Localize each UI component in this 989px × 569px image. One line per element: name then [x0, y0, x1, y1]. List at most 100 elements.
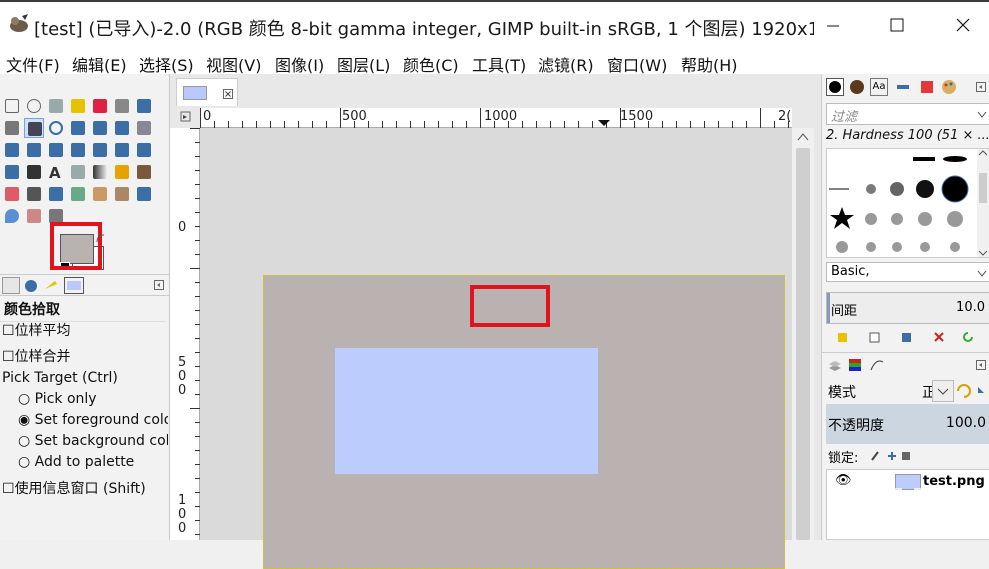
tab-channels[interactable] [846, 356, 864, 374]
airbrush-tool[interactable] [24, 184, 44, 204]
foreground-select-tool[interactable] [134, 96, 154, 116]
align-tool[interactable] [112, 118, 132, 138]
tab-undo-history[interactable] [42, 277, 60, 294]
set-background-radio[interactable]: ○ Set background colo [18, 433, 168, 449]
brush-grid[interactable] [826, 148, 989, 258]
panel-menu-icon[interactable] [976, 360, 986, 370]
free-select-tool[interactable] [46, 96, 66, 116]
tab-palettes[interactable] [940, 78, 958, 96]
ruler-corner[interactable] [178, 110, 198, 126]
rotate-tool[interactable] [24, 140, 44, 160]
tab-gradients[interactable] [918, 78, 936, 96]
blur-tool[interactable] [2, 206, 22, 226]
perspective-tool[interactable] [90, 140, 110, 160]
radio-selected-icon: ◉ [18, 412, 31, 428]
scroll-up-icon[interactable] [797, 132, 809, 142]
maximize-button[interactable] [877, 10, 917, 40]
handle-transform-tool[interactable] [24, 162, 44, 182]
scissors-tool[interactable] [112, 96, 132, 116]
close-button[interactable] [943, 10, 983, 40]
menu-colors[interactable]: 颜色(C) [403, 52, 459, 76]
clone-tool[interactable] [90, 184, 110, 204]
paintbrush-tool[interactable] [134, 162, 154, 182]
menu-layer[interactable]: 图层(L) [337, 52, 390, 76]
brush-filter-input[interactable]: 过滤 [826, 103, 989, 125]
tab-close-icon[interactable] [223, 89, 233, 99]
move-tool[interactable] [90, 118, 110, 138]
text-tool[interactable]: A [46, 162, 66, 182]
minimize-button[interactable] [813, 10, 853, 40]
panel-menu-icon[interactable] [976, 82, 986, 92]
tab-paths[interactable] [868, 356, 886, 374]
tab-patterns[interactable] [848, 78, 866, 96]
menu-view[interactable]: 视图(V) [206, 52, 261, 76]
image-tab[interactable] [176, 78, 238, 106]
crop-tool[interactable] [134, 118, 154, 138]
smudge-tool[interactable] [24, 206, 44, 226]
menu-help[interactable]: 帮助(H) [681, 52, 738, 76]
gradient-tool[interactable] [90, 162, 110, 182]
horizontal-ruler[interactable]: 0 500 1000 1500 2( [200, 108, 792, 128]
canvas-viewport[interactable] [200, 128, 792, 569]
lock-icons[interactable] [870, 449, 914, 463]
image-canvas[interactable] [263, 275, 785, 569]
vruler-label: 0 [178, 507, 187, 522]
pencil-tool[interactable] [112, 162, 132, 182]
panel-menu-icon[interactable] [154, 280, 164, 290]
paths-tool[interactable] [2, 118, 22, 138]
tab-images[interactable] [64, 277, 84, 294]
menu-windows[interactable]: 窗口(W) [607, 52, 667, 76]
rect-select-tool[interactable] [2, 96, 22, 116]
vertical-ruler[interactable]: 0 5 0 0 1 0 0 [170, 128, 200, 540]
warp-transform-tool[interactable] [2, 162, 22, 182]
color-picker-tool[interactable] [24, 118, 44, 138]
tab-device-status[interactable] [22, 277, 40, 294]
chevron-down-icon [977, 111, 987, 118]
sample-average-checkbox[interactable]: ☐位样平均 [2, 320, 71, 340]
spacing-slider[interactable]: 间距 10.0 [826, 292, 989, 324]
brush-actions[interactable] [836, 330, 986, 344]
shear-tool[interactable] [68, 140, 88, 160]
use-info-window-checkbox[interactable]: ☐使用信息窗口 (Shift) [2, 478, 146, 498]
tab-tool-presets[interactable] [894, 78, 912, 96]
composite-options-icon[interactable] [956, 382, 989, 400]
add-to-palette-radio[interactable]: ○ Add to palette [18, 454, 168, 470]
scale-tool[interactable] [46, 140, 66, 160]
menu-edit[interactable]: 编辑(E) [72, 52, 127, 76]
unified-transform-tool[interactable] [2, 140, 22, 160]
set-foreground-radio[interactable]: ◉ Set foreground colo [18, 412, 168, 428]
pick-only-radio[interactable]: ○ Pick only [18, 391, 168, 407]
sample-merged-checkbox[interactable]: ☐位样合并 [2, 346, 71, 366]
tab-fonts[interactable]: Aa [870, 78, 888, 96]
vruler-ticks [190, 128, 200, 535]
brush-preset-select[interactable]: Basic, [826, 262, 989, 282]
menu-select[interactable]: 选择(S) [139, 52, 194, 76]
menu-tools[interactable]: 工具(T) [472, 52, 526, 76]
select-by-color-tool[interactable] [90, 96, 110, 116]
fuzzy-select-tool[interactable] [68, 96, 88, 116]
eraser-tool[interactable] [2, 184, 22, 204]
measure-tool[interactable] [68, 118, 88, 138]
ink-tool[interactable] [46, 184, 66, 204]
scrollbar-thumb[interactable] [796, 148, 810, 540]
ellipse-select-tool[interactable] [24, 96, 44, 116]
mypaint-brush-tool[interactable] [68, 184, 88, 204]
menu-image[interactable]: 图像(I) [275, 52, 324, 76]
title-bar: [test] (已导入)-2.0 (RGB 颜色 8-bit gamma int… [0, 0, 989, 50]
tab-brushes[interactable] [826, 78, 844, 96]
bucket-fill-tool[interactable] [68, 162, 88, 182]
menu-file[interactable]: 文件(F) [6, 52, 60, 76]
swap-colors-icon[interactable] [96, 234, 106, 244]
opacity-slider[interactable]: 不透明度 100.0 [826, 404, 989, 444]
vertical-scrollbar[interactable] [792, 128, 814, 540]
cage-transform-tool[interactable] [134, 140, 154, 160]
tab-layers[interactable] [826, 356, 844, 374]
heal-tool[interactable] [112, 184, 132, 204]
brush-scrollbar[interactable] [977, 149, 989, 257]
zoom-tool[interactable] [46, 118, 66, 138]
flip-tool[interactable] [112, 140, 132, 160]
mode-dropdown-button[interactable] [932, 380, 954, 402]
perspective-clone-tool[interactable] [134, 184, 154, 204]
menu-filters[interactable]: 滤镜(R) [538, 52, 594, 76]
tab-tool-options[interactable] [2, 277, 20, 294]
